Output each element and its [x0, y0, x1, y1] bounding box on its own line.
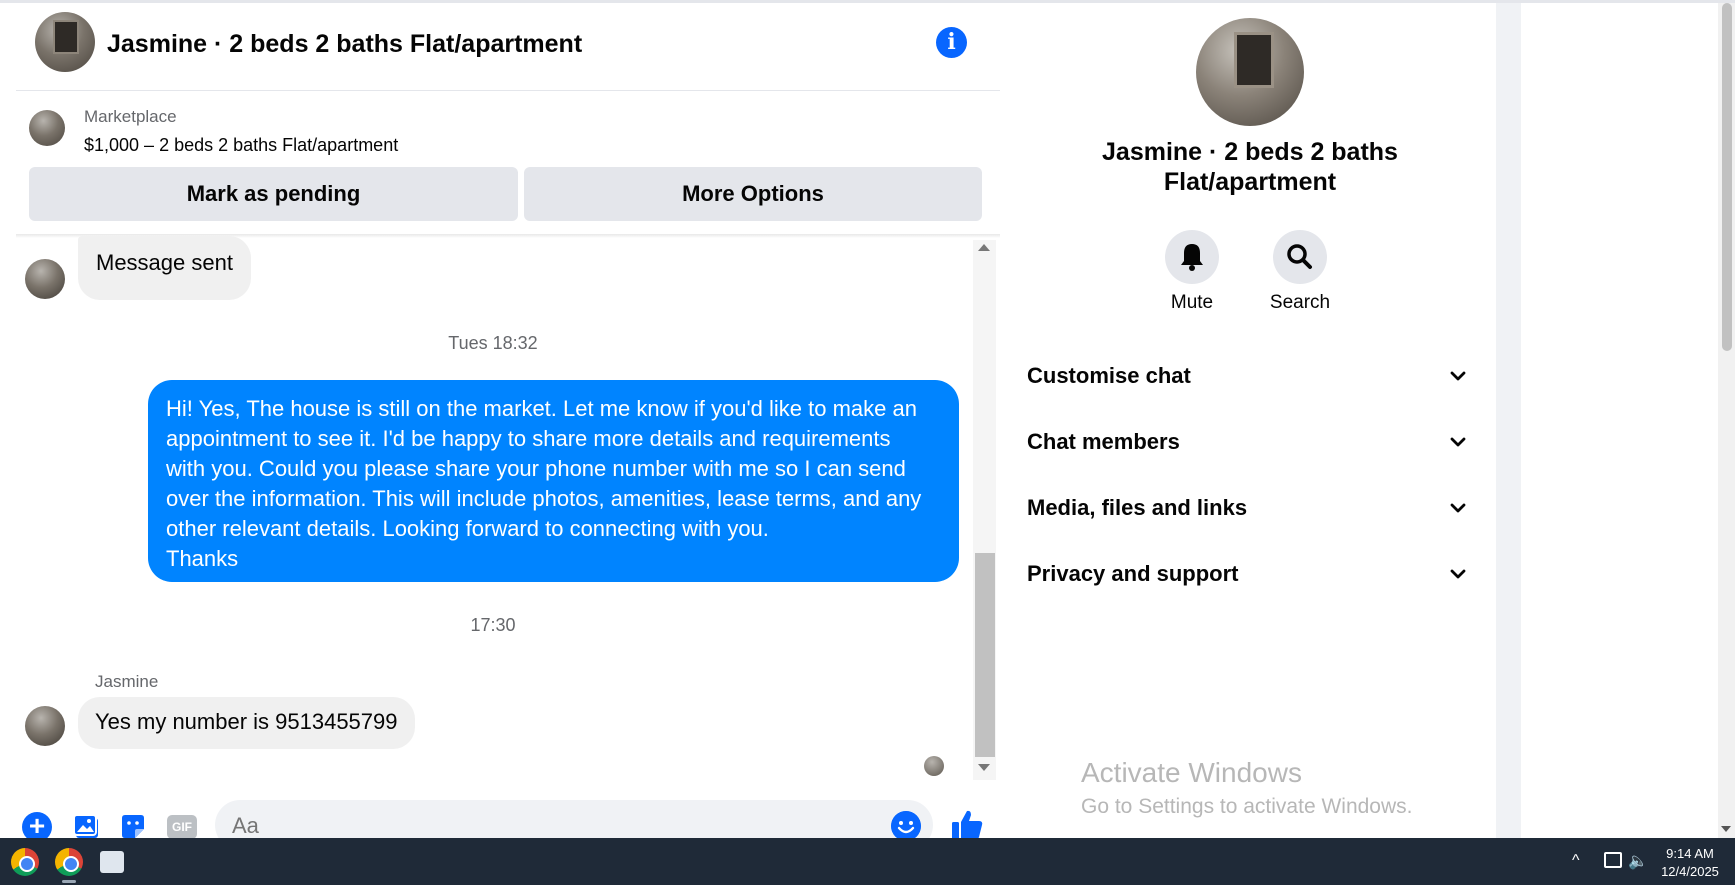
message-line: over the information. This will include … [166, 486, 922, 511]
profile-name-line: Jasmine · 2 beds 2 baths [1102, 138, 1398, 166]
profile-name: Jasmine · 2 beds 2 baths Flat/apartment [1060, 137, 1440, 197]
marketplace-label: Marketplace [84, 107, 177, 126]
section-privacy-support[interactable]: Privacy and support [1027, 555, 1477, 595]
section-label: Media, files and links [1027, 495, 1248, 520]
sender-avatar[interactable] [25, 706, 65, 746]
bell-icon [1181, 244, 1203, 271]
listing-thumbnail[interactable] [29, 110, 65, 146]
chrome-icon[interactable] [11, 848, 39, 876]
message-line: Thanks [166, 546, 239, 571]
search-label: Search [1269, 292, 1331, 313]
conversation-title[interactable]: Jasmine · 2 beds 2 baths Flat/apartment [107, 30, 582, 59]
section-label: Customise chat [1027, 363, 1191, 388]
emoji-icon[interactable] [891, 811, 921, 841]
clock-date: 12/4/2025 [1661, 864, 1719, 879]
message-bubble-incoming[interactable]: Message sent [78, 236, 251, 300]
page-scroll-down-icon[interactable] [1721, 826, 1731, 832]
message-line: Hi! Yes, The house is still on the marke… [166, 396, 917, 421]
chrome-icon[interactable] [55, 848, 83, 876]
like-icon[interactable] [950, 808, 984, 842]
message-bubble-outgoing[interactable]: Hi! Yes, The house is still on the marke… [148, 380, 959, 582]
profile-avatar[interactable] [1196, 18, 1304, 126]
page-scrollbar-thumb[interactable] [1722, 3, 1732, 351]
scroll-up-arrow-icon[interactable] [978, 244, 990, 251]
message-timestamp: Tues 18:32 [448, 333, 538, 353]
chevron-down-icon [1450, 437, 1466, 447]
sender-avatar[interactable] [25, 259, 65, 299]
network-icon[interactable] [1604, 852, 1622, 868]
clock-time: 9:14 AM [1666, 846, 1714, 861]
search-button[interactable] [1273, 230, 1327, 284]
chevron-down-icon [1450, 503, 1466, 513]
chat-scrollbar-thumb[interactable] [975, 553, 995, 757]
mute-label: Mute [1170, 292, 1214, 313]
section-media-files-links[interactable]: Media, files and links [1027, 489, 1477, 529]
chevron-down-icon [1450, 371, 1466, 381]
read-receipt-avatar [924, 756, 944, 776]
chevron-down-icon [1450, 569, 1466, 579]
volume-icon[interactable]: 🔈 [1628, 851, 1648, 871]
activate-windows-subtitle: Go to Settings to activate Windows. [1081, 795, 1413, 818]
conversation-avatar[interactable] [35, 12, 95, 72]
message-line: appointment to see it. I'd be happy to s… [166, 426, 891, 451]
chat-details-panel [1001, 3, 1496, 838]
info-icon[interactable]: i [936, 27, 967, 58]
mark-as-pending-button[interactable]: Mark as pending [29, 167, 518, 221]
message-line: other relevant details. Looking forward … [166, 516, 769, 541]
tray-chevron-icon[interactable]: ^ [1572, 852, 1580, 870]
search-icon [1287, 244, 1312, 269]
gif-icon[interactable]: GIF [167, 815, 197, 839]
snipping-tool-icon[interactable] [100, 851, 124, 873]
section-chat-members[interactable]: Chat members [1027, 423, 1477, 463]
message-bubble-incoming[interactable]: Yes my number is 9513455799 [78, 697, 415, 749]
mute-button[interactable] [1165, 230, 1219, 284]
section-label: Privacy and support [1027, 561, 1239, 586]
more-options-button[interactable]: More Options [524, 167, 982, 221]
taskbar [0, 838, 1735, 885]
active-app-indicator [62, 880, 76, 883]
scroll-down-arrow-icon[interactable] [978, 764, 990, 771]
section-customise-chat[interactable]: Customise chat [1027, 357, 1477, 397]
activate-windows-title: Activate Windows [1081, 757, 1302, 788]
message-timestamp: 17:30 [470, 615, 516, 635]
panel-gutter [1496, 3, 1521, 838]
system-clock[interactable]: 9:14 AM 12/4/2025 [1650, 845, 1730, 881]
section-label: Chat members [1027, 429, 1180, 454]
listing-title[interactable]: $1,000 – 2 beds 2 baths Flat/apartment [84, 135, 398, 156]
profile-name-line: Flat/apartment [1163, 168, 1337, 196]
message-line: with you. Could you please share your ph… [166, 456, 906, 481]
sender-name: Jasmine [95, 672, 159, 691]
page-margin [1521, 3, 1721, 838]
